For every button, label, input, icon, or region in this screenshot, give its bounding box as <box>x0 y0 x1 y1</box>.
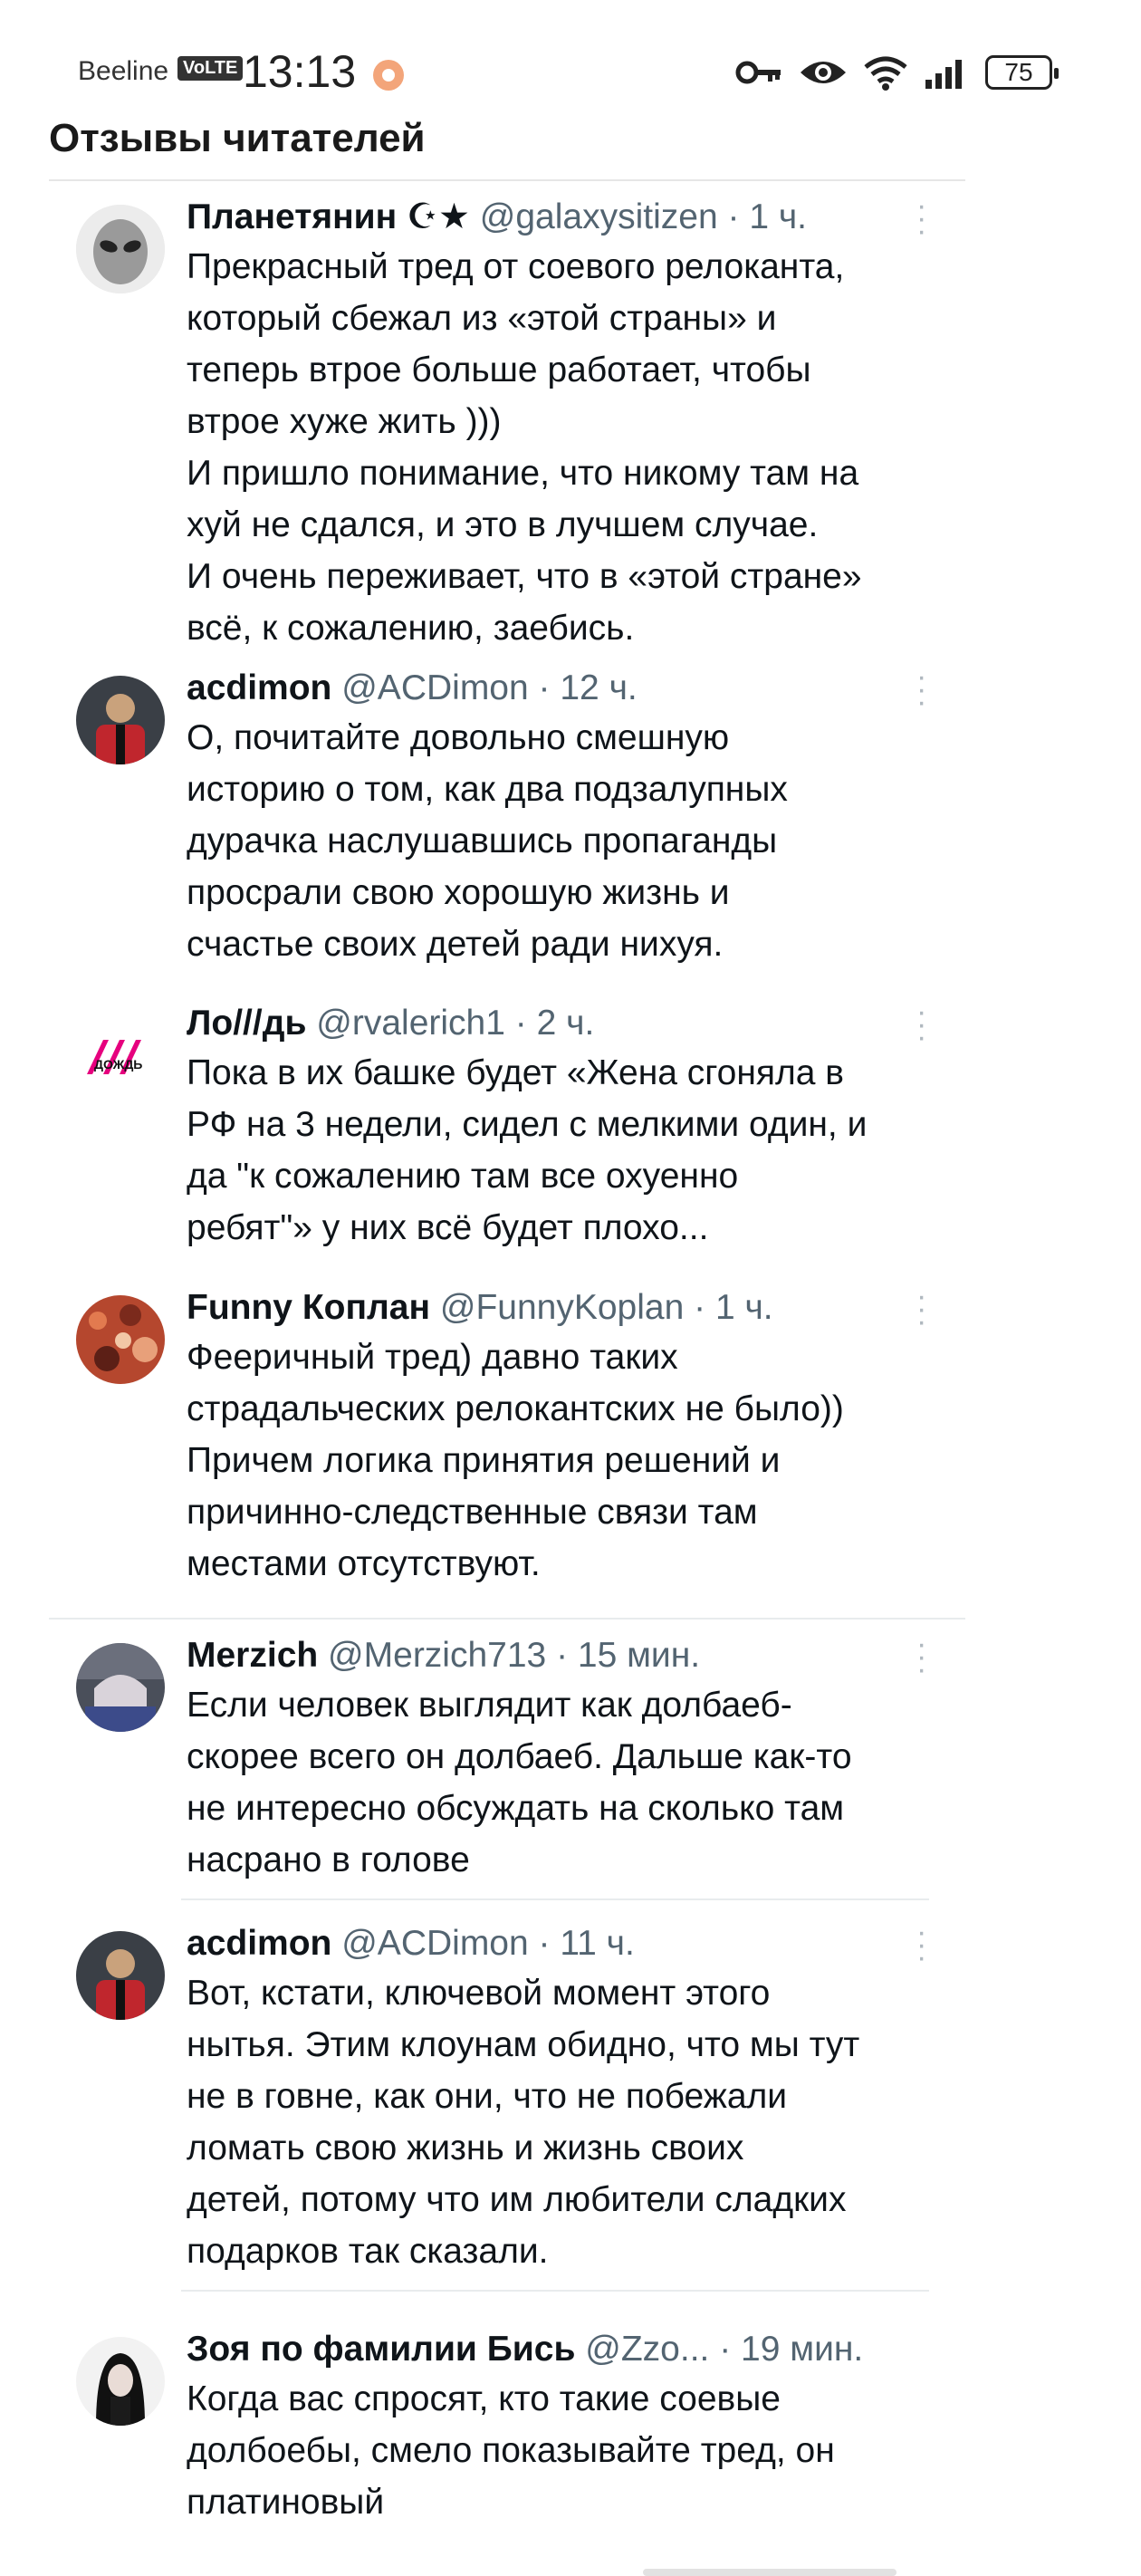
avatar[interactable]: ДОЖДЬ <box>76 1011 165 1100</box>
comment-card[interactable]: Планетянин ☪★ @galaxysitizen · 1 ч. · · · … <box>49 190 965 648</box>
comment-text: Прекрасный тред от соевого релоканта, ко… <box>187 247 862 648</box>
post-time: · 11 ч. <box>538 1924 635 1963</box>
comment-card[interactable]: acdimon @ACDimon · 11 ч. · · · Вот, кстати… <box>49 1917 965 2283</box>
author-handle[interactable]: @ACDimon <box>341 668 528 707</box>
more-options-icon[interactable]: · · · <box>916 1281 926 1337</box>
author-name[interactable]: acdimon <box>187 668 331 707</box>
comment-text: Если человек выглядит как долбаеб- скоре… <box>187 1686 852 1879</box>
comment-text: Пока в их башке будет «Жена сгоняла в РФ… <box>187 1053 868 1247</box>
comment-text: Фееричный тред) давно таких страдальческ… <box>187 1338 844 1583</box>
avatar[interactable] <box>76 2337 165 2426</box>
wifi-icon <box>864 54 907 91</box>
author-handle[interactable]: @FunnyKoplan <box>440 1288 684 1327</box>
comment-header: Зоя по фамилии Бись @Zzo... · 19 мин. <box>187 2326 965 2373</box>
section-divider <box>49 1618 965 1620</box>
author-handle[interactable]: @ACDimon <box>341 1924 528 1963</box>
title-divider <box>49 179 965 181</box>
page-title: Отзывы читателей <box>49 116 426 160</box>
author-name[interactable]: acdimon <box>187 1924 331 1963</box>
post-time: · 1 ч. <box>727 197 808 236</box>
author-handle[interactable]: @rvalerich1 <box>316 1004 505 1043</box>
author-name[interactable]: Ло///дь <box>187 1004 306 1043</box>
comment-text: Когда вас спросят, кто такие соевые долб… <box>187 2379 835 2522</box>
key-icon <box>735 57 782 88</box>
author-handle[interactable]: @Merzich713 <box>328 1636 546 1675</box>
comment-header: acdimon @ACDimon · 11 ч. <box>187 1920 965 1967</box>
comment-text: О, почитайте довольно смешную историю о … <box>187 718 788 964</box>
volte-badge: VoLTE <box>177 56 244 81</box>
notification-icon <box>373 60 404 91</box>
more-options-icon[interactable]: · · · <box>916 1629 926 1685</box>
avatar[interactable] <box>76 676 165 764</box>
post-time: · 2 ч. <box>514 1004 595 1043</box>
comment-card[interactable]: ДОЖДЬ Ло///дь @rvalerich1 · 2 ч. · · · Пок… <box>49 996 965 1263</box>
avatar-logo-text: ДОЖДЬ <box>94 1057 142 1072</box>
comment-card[interactable]: Зоя по фамилии Бись @Zzo... · 19 мин. Ко… <box>49 2326 965 2543</box>
battery-icon: 75 <box>985 55 1059 90</box>
comment-header: Merzich @Merzich713 · 15 мин. <box>187 1632 965 1679</box>
avatar[interactable] <box>76 1295 165 1384</box>
comment-text: Вот, кстати, ключевой момент этого нытья… <box>187 1974 860 2271</box>
section-divider <box>181 2290 929 2292</box>
author-name[interactable]: Зоя по фамилии Бись <box>187 2330 575 2369</box>
signal-icon <box>924 56 969 89</box>
post-time: · 1 ч. <box>694 1288 773 1327</box>
comment-header: acdimon @ACDimon · 12 ч. <box>187 665 965 712</box>
comment-card[interactable]: Merzich @Merzich713 · 15 мин. · · · Если ч… <box>49 1629 965 1895</box>
eye-icon <box>799 56 848 89</box>
comment-header: Funny Коплан @FunnyKoplan · 1 ч. <box>187 1284 965 1331</box>
system-icons: 75 <box>735 47 1059 98</box>
comment-header: Ло///дь @rvalerich1 · 2 ч. <box>187 1000 965 1047</box>
section-divider <box>181 1898 929 1900</box>
avatar[interactable] <box>76 1643 165 1732</box>
carrier-name: Beeline <box>78 56 169 86</box>
avatar[interactable] <box>76 1931 165 2020</box>
more-options-icon[interactable]: · · · <box>916 661 926 717</box>
more-options-icon[interactable]: · · · <box>916 190 926 246</box>
avatar[interactable] <box>76 205 165 293</box>
author-name[interactable]: Funny Коплан <box>187 1288 430 1327</box>
more-options-icon[interactable]: · · · <box>916 996 926 1053</box>
home-indicator <box>643 2569 896 2576</box>
author-name[interactable]: Merzich <box>187 1636 318 1675</box>
post-time: · 15 мин. <box>556 1636 701 1675</box>
author-name[interactable]: Планетянин ☪★ <box>187 197 470 236</box>
more-options-icon[interactable]: · · · <box>916 1917 926 1973</box>
comment-header: Планетянин ☪★ @galaxysitizen · 1 ч. <box>187 194 965 241</box>
status-time: 13:13 <box>243 46 357 97</box>
comment-card[interactable]: Funny Коплан @FunnyKoplan · 1 ч. · · · Фее… <box>49 1281 965 1592</box>
author-handle[interactable]: @galaxysitizen <box>480 197 718 236</box>
post-time: · 19 мин. <box>719 2330 864 2369</box>
comment-card[interactable]: acdimon @ACDimon · 12 ч. · · · О, почитайт… <box>49 661 965 973</box>
author-handle[interactable]: @Zzo... <box>585 2330 709 2369</box>
post-time: · 12 ч. <box>538 668 638 707</box>
